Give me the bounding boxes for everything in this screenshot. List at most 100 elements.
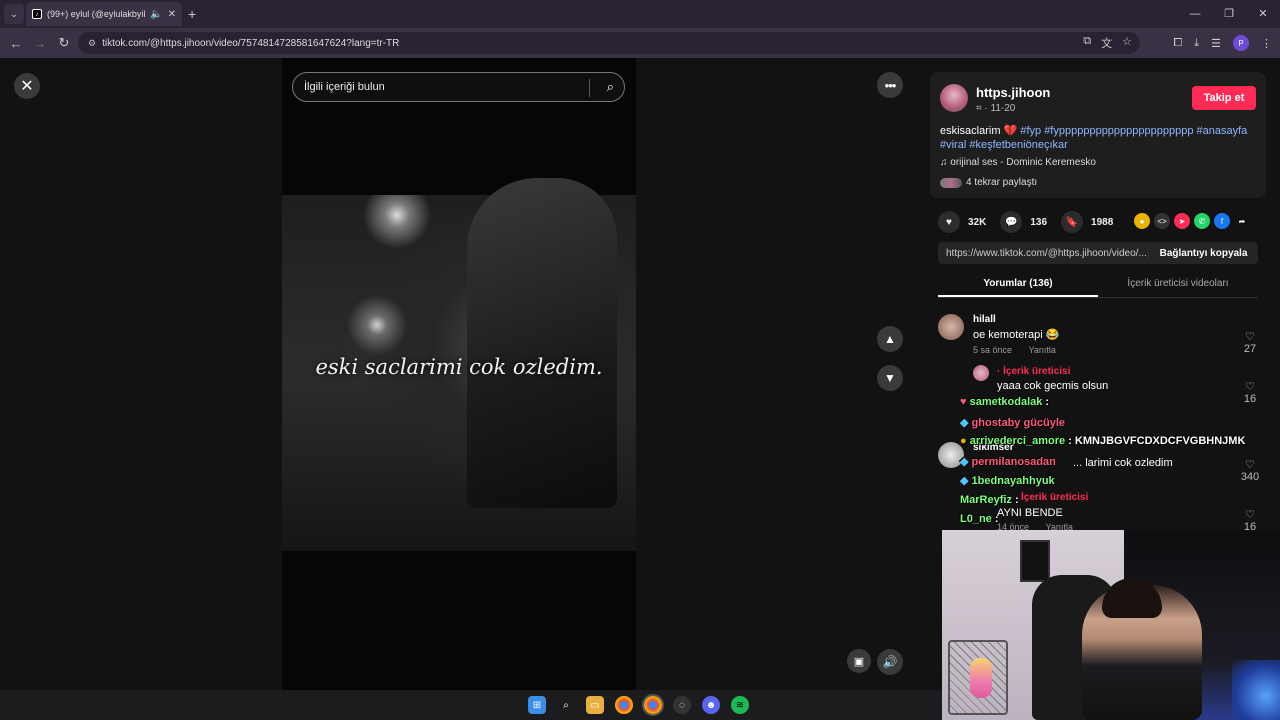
extensions-icon[interactable]: ⧠ [1173, 37, 1182, 50]
comment-heart-icon[interactable]: ♡ [1240, 330, 1260, 343]
send-icon[interactable]: ➤ [1174, 213, 1190, 229]
tab-comments[interactable]: Yorumlar (136) [938, 274, 1098, 297]
chat-badge-icon: ◆ [960, 475, 969, 487]
follow-button[interactable]: Takip et [1192, 86, 1256, 110]
bookmark-star-icon[interactable]: ☆ [1122, 35, 1132, 51]
tab-creator-videos[interactable]: İçerik üreticisi videoları [1098, 274, 1258, 297]
menu-kebab-icon[interactable]: ⋮ [1261, 37, 1272, 50]
chat-username: sametkodalak [969, 396, 1043, 408]
duet-icon: ⌗ [976, 103, 982, 114]
chrome-icon[interactable] [615, 696, 633, 714]
close-window-icon[interactable]: ✕ [1246, 0, 1280, 28]
comment-item-4: İçerik üreticisi AYNI BENDE 14 önce Yanı… [997, 492, 1217, 532]
search-taskbar-icon[interactable]: ⌕ [557, 696, 575, 714]
share-link-url[interactable]: https://www.tiktok.com/@https.jihoon/vid… [946, 248, 1148, 259]
comment-username[interactable]: hilall [973, 314, 1213, 325]
commenter-avatar[interactable] [938, 314, 964, 340]
window-controls: — ❐ ✕ [1178, 0, 1280, 28]
bookmark-icon[interactable]: 🔖 [1061, 211, 1084, 233]
more-options-icon[interactable]: ••• [877, 72, 903, 98]
wall-poster [1020, 540, 1050, 582]
comment-heart-icon-4[interactable]: ♡ [1240, 508, 1260, 521]
site-info-icon[interactable]: ⚙ [88, 38, 96, 49]
chat-badge-icon: ● [960, 435, 967, 447]
comment-item: hilall oe kemoterapi 😂 5 sa önce Yanıtla [973, 314, 1213, 355]
facebook-icon[interactable]: f [1214, 213, 1230, 229]
restore-icon[interactable]: ❐ [1212, 0, 1246, 28]
translate-icon[interactable]: 文 [1101, 35, 1112, 51]
next-video-icon[interactable]: ▼ [877, 365, 903, 391]
new-tab-button[interactable]: + [188, 6, 196, 22]
comment-username-4[interactable]: İçerik üreticisi [997, 492, 1217, 503]
reply-button[interactable]: Yanıtla [1029, 345, 1056, 355]
video-player[interactable]: eski saclarimi cok ozledim. [282, 58, 636, 690]
comment-time: 5 sa önce [973, 345, 1013, 355]
post-date-text: · 11-20 [984, 103, 1016, 114]
speaker-icon[interactable]: 🔈 [150, 9, 162, 20]
comment-like-count-3: 340 [1240, 471, 1260, 483]
like-count: 32K [968, 216, 987, 228]
comment-text: oe kemoterapi 😂 [973, 329, 1060, 341]
reposts-text: 4 tekrar paylaştı [966, 177, 1038, 188]
close-viewer-icon[interactable]: ✕ [14, 73, 40, 99]
spotify-icon[interactable]: ≋ [731, 696, 749, 714]
mini-player-icon[interactable]: ▣ [847, 649, 871, 673]
tab-title: (99+) eylul (@eylulakbyik) | [47, 9, 146, 19]
share-arrow-icon[interactable]: ➦ [1234, 213, 1250, 229]
reposts-line[interactable]: 4 tekrar paylaştı [940, 177, 1037, 188]
reply-heart-icon[interactable]: ♡ [1240, 380, 1260, 393]
reply-avatar[interactable] [973, 365, 989, 381]
download-icon[interactable]: ⤓ [1194, 37, 1199, 50]
video-caption: eski saclarimi cok ozledim. [315, 355, 603, 379]
chat-line: MarReyfiz : [960, 494, 1019, 506]
previous-video-icon[interactable]: ▲ [877, 326, 903, 352]
chat-username: 1bednayahhyuk [971, 475, 1055, 487]
search-icon[interactable]: ⌕ [607, 79, 614, 95]
discord-icon[interactable]: ☻ [702, 696, 720, 714]
repost-avatars [940, 177, 962, 188]
related-search-input[interactable]: İlgili içeriği bulun ⌕ [292, 72, 625, 102]
reload-icon[interactable]: ↻ [52, 35, 76, 51]
reading-list-icon[interactable]: ☰ [1211, 37, 1221, 50]
toy-figure [970, 658, 992, 698]
url-input[interactable]: ⚙ tiktok.com/@https.jihoon/video/7574814… [78, 32, 1140, 54]
chat-message: KMNJBGVFCDXDCFVGBHNJMK [1074, 435, 1246, 447]
close-tab-icon[interactable]: ✕ [168, 9, 176, 20]
windows-taskbar: ⊞ ⌕ ▭ ◌ ☻ ≋ [0, 690, 942, 720]
chat-badge-icon: ◆ [960, 417, 969, 429]
copy-link-button[interactable]: Bağlantıyı kopyala [1148, 247, 1258, 259]
volume-icon[interactable]: 🔊 [877, 649, 903, 675]
author-avatar[interactable] [940, 84, 968, 112]
forward-icon[interactable]: → [28, 36, 52, 51]
tiktok-icon: ♪ [32, 9, 42, 19]
browser-tab[interactable]: ♪ (99+) eylul (@eylulakbyik) | 🔈 ✕ [26, 2, 182, 26]
comment-like-3[interactable]: ♡ 340 [1236, 458, 1264, 483]
comment-like[interactable]: ♡ 27 [1240, 330, 1260, 355]
embed-icon[interactable]: <> [1154, 213, 1170, 229]
music-line[interactable]: ♫ orijinal ses - Dominic Keremesko [940, 157, 1096, 168]
share-icons: ● <> ➤ ✆ f ➦ [1134, 213, 1250, 229]
url-text: tiktok.com/@https.jihoon/video/757481472… [102, 37, 400, 49]
back-icon[interactable]: ← [4, 36, 28, 51]
tab-search-icon[interactable]: ⌄ [4, 4, 24, 24]
start-icon[interactable]: ⊞ [528, 696, 546, 714]
app-icon[interactable]: ◌ [673, 696, 691, 714]
chrome-profile-icon[interactable] [642, 694, 664, 716]
install-icon[interactable]: ⧉ [1083, 35, 1091, 51]
chat-line: ◆ ghostaby gücüyle [960, 416, 1065, 429]
file-explorer-icon[interactable]: ▭ [586, 696, 604, 714]
whatsapp-icon[interactable]: ✆ [1194, 213, 1210, 229]
coin-icon[interactable]: ● [1134, 213, 1150, 229]
chat-line: ● arrivederci_amore : KMNJBGVFCDXDCFVGBH… [960, 435, 1246, 447]
reply-like[interactable]: ♡ 16 [1240, 380, 1260, 405]
minimize-icon[interactable]: — [1178, 0, 1212, 28]
profile-avatar[interactable]: P [1233, 35, 1249, 51]
comment-heart-icon-3[interactable]: ♡ [1236, 458, 1264, 471]
comment-bubble-icon[interactable]: 💬 [1000, 211, 1023, 233]
music-note-icon: ♫ [940, 157, 948, 168]
chat-username: L0_ne [960, 513, 992, 525]
like-heart-icon[interactable]: ♥ [938, 211, 960, 233]
author-name[interactable]: https.jihoon [976, 85, 1050, 100]
reply-username[interactable]: · İçerik üreticisi [997, 366, 1217, 377]
comment-count: 136 [1030, 216, 1048, 228]
